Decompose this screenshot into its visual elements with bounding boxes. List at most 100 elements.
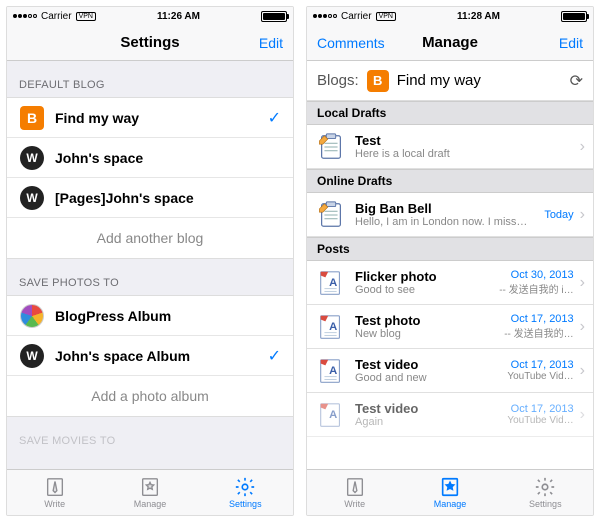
post-extra: -- 发送自我的 i… — [499, 281, 573, 296]
album-row-johns-space[interactable]: W John's space Album ✓ — [7, 336, 293, 376]
gear-icon — [533, 476, 557, 498]
add-blog-row[interactable]: Add another blog — [7, 218, 293, 258]
post-extra: YouTube Vid… — [507, 371, 573, 382]
settings-screen: Carrier VPN 11:26 AM Settings Edit DEFAU… — [6, 6, 294, 516]
page-title: Settings — [7, 34, 293, 51]
post-title: Test video — [355, 401, 507, 416]
post-title: Test photo — [355, 313, 504, 328]
post-icon: A — [315, 399, 347, 431]
battery-icon — [561, 11, 587, 22]
post-title: Test video — [355, 357, 507, 372]
chevron-right-icon: › — [578, 206, 587, 224]
add-album-row[interactable]: Add a photo album — [7, 376, 293, 416]
signal-icon — [13, 14, 37, 18]
tab-settings[interactable]: Settings — [198, 470, 293, 515]
comments-button[interactable]: Comments — [317, 35, 385, 51]
post-row[interactable]: A Flicker photo Good to see Oct 30, 2013… — [307, 261, 593, 305]
blogs-label: Blogs: — [317, 72, 359, 89]
clock: 11:26 AM — [96, 11, 261, 22]
nav-bar: Settings Edit — [7, 25, 293, 61]
blog-label: John's space — [55, 150, 281, 166]
blog-label: Find my way — [55, 110, 268, 126]
picasa-icon — [19, 303, 45, 329]
chevron-right-icon: › — [578, 318, 587, 336]
blog-selector-bar[interactable]: Blogs: B Find my way ⟳ — [307, 61, 593, 101]
album-label: John's space Album — [55, 348, 268, 364]
status-bar: Carrier VPN 11:26 AM — [7, 7, 293, 25]
manage-screen: Carrier VPN 11:28 AM Comments Manage Edi… — [306, 6, 594, 516]
manage-icon — [438, 476, 462, 498]
nav-bar: Comments Manage Edit — [307, 25, 593, 61]
group-header-posts: Posts — [307, 237, 593, 261]
svg-text:A: A — [329, 276, 337, 288]
section-header-save-movies: SAVE MOVIES TO — [7, 417, 293, 453]
chevron-right-icon: › — [578, 138, 587, 156]
post-date: Oct 17, 2013 — [511, 313, 574, 325]
tab-manage[interactable]: Manage — [102, 470, 197, 515]
tab-label: Settings — [529, 499, 562, 509]
album-label: BlogPress Album — [55, 308, 281, 324]
content-area[interactable]: Local Drafts Test Here is a local draft … — [307, 101, 593, 469]
tab-write[interactable]: Write — [7, 470, 102, 515]
default-blog-list: B Find my way ✓ W John's space W [Pages]… — [7, 97, 293, 259]
checkmark-icon: ✓ — [268, 346, 281, 366]
write-icon — [43, 476, 67, 498]
draft-icon — [315, 199, 347, 231]
draft-date: Today — [544, 209, 573, 221]
album-row-blogpress[interactable]: BlogPress Album — [7, 296, 293, 336]
vpn-badge: VPN — [76, 12, 96, 21]
post-date: Oct 17, 2013 — [511, 359, 574, 371]
carrier-label: Carrier — [341, 11, 372, 22]
post-icon: A — [315, 311, 347, 343]
draft-title: Test — [355, 133, 578, 148]
edit-button[interactable]: Edit — [559, 35, 583, 51]
add-blog-label: Add another blog — [19, 230, 281, 246]
tab-label: Write — [44, 499, 65, 509]
draft-subtitle: Here is a local draft — [355, 148, 578, 160]
chevron-right-icon: › — [578, 406, 587, 424]
carrier-label: Carrier — [41, 11, 72, 22]
post-extra: -- 发送自我的… — [504, 325, 573, 340]
post-date: Oct 17, 2013 — [511, 403, 574, 415]
post-row[interactable]: A Test video Again Oct 17, 2013 YouTube … — [307, 393, 593, 437]
wordpress-icon: W — [19, 185, 45, 211]
post-row[interactable]: A Test video Good and new Oct 17, 2013 Y… — [307, 349, 593, 393]
tab-label: Write — [344, 499, 365, 509]
content-area[interactable]: DEFAULT BLOG B Find my way ✓ W John's sp… — [7, 61, 293, 469]
add-album-label: Add a photo album — [19, 388, 281, 404]
tab-manage[interactable]: Manage — [402, 470, 497, 515]
gear-icon — [233, 476, 257, 498]
refresh-icon[interactable]: ⟳ — [570, 71, 583, 91]
write-icon — [343, 476, 367, 498]
draft-row[interactable]: Big Ban Bell Hello, I am in London now. … — [307, 193, 593, 237]
draft-row[interactable]: Test Here is a local draft › — [307, 125, 593, 169]
section-header-save-photos: SAVE PHOTOS TO — [7, 259, 293, 295]
post-title: Flicker photo — [355, 269, 499, 284]
blog-row-find-my-way[interactable]: B Find my way ✓ — [7, 98, 293, 138]
blog-row-pages-johns-space[interactable]: W [Pages]John's space — [7, 178, 293, 218]
blog-name: Find my way — [397, 72, 562, 89]
group-header-online-drafts: Online Drafts — [307, 169, 593, 193]
svg-text:A: A — [329, 408, 337, 420]
edit-button[interactable]: Edit — [259, 35, 283, 51]
svg-text:A: A — [329, 320, 337, 332]
blog-row-johns-space[interactable]: W John's space — [7, 138, 293, 178]
tab-label: Manage — [134, 499, 167, 509]
draft-subtitle: Hello, I am in London now. I miss… — [355, 216, 544, 228]
tab-write[interactable]: Write — [307, 470, 402, 515]
signal-icon — [313, 14, 337, 18]
section-header-default-blog: DEFAULT BLOG — [7, 61, 293, 97]
blog-label: [Pages]John's space — [55, 190, 281, 206]
post-icon: A — [315, 267, 347, 299]
draft-title: Big Ban Bell — [355, 201, 544, 216]
post-subtitle: Again — [355, 416, 507, 428]
tab-label: Settings — [229, 499, 262, 509]
save-photos-list: BlogPress Album W John's space Album ✓ A… — [7, 295, 293, 417]
tab-settings[interactable]: Settings — [498, 470, 593, 515]
group-header-local-drafts: Local Drafts — [307, 101, 593, 125]
post-extra: YouTube Vid… — [507, 415, 573, 426]
post-icon: A — [315, 355, 347, 387]
post-date: Oct 30, 2013 — [511, 269, 574, 281]
wordpress-icon: W — [19, 145, 45, 171]
post-row[interactable]: A Test photo New blog Oct 17, 2013 -- 发送… — [307, 305, 593, 349]
